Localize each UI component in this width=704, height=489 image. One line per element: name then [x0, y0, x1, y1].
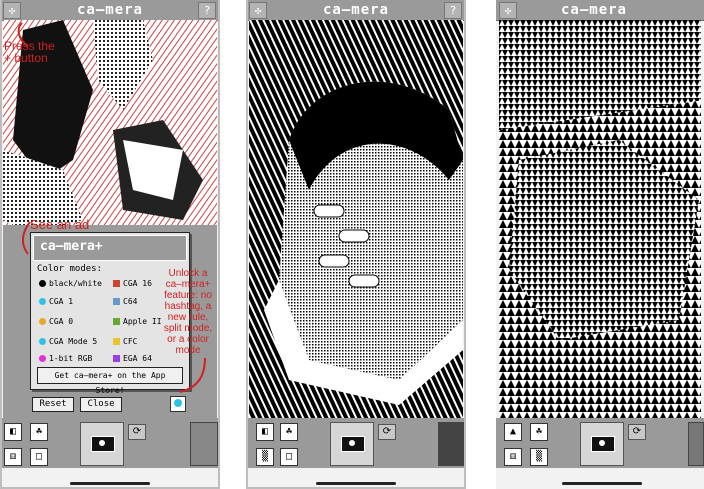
home-indicator [562, 482, 642, 485]
app-title: ca–mera [560, 2, 627, 18]
phone-frame [246, 0, 466, 489]
camera-view [499, 20, 701, 418]
dither-icon[interactable]: ▒ [530, 448, 548, 466]
camera-icon [591, 436, 615, 452]
rule-icon[interactable]: ☘ [530, 423, 548, 441]
screen-3: ✣ ca–mera ▲ ☘ ⚅ ▒ ⟳ [496, 0, 704, 489]
dice-icon[interactable]: ⚅ [504, 448, 522, 466]
mountain-icon[interactable]: ▲ [504, 423, 522, 441]
screen-2: ✣ ca–mera ? ◧ ☘ ▒ □ ⟳ [246, 0, 466, 489]
switch-camera-button[interactable]: ⟳ [628, 424, 646, 440]
screen-1: ✣ ca–mera ? ca–mera+ Color modes: black/… [0, 0, 220, 489]
last-photo-thumbnail[interactable] [688, 422, 704, 466]
phone-frame [0, 0, 220, 489]
shutter-button[interactable] [580, 422, 624, 466]
title-bar: ✣ ca–mera [496, 0, 704, 21]
dithered-photo [499, 20, 701, 418]
